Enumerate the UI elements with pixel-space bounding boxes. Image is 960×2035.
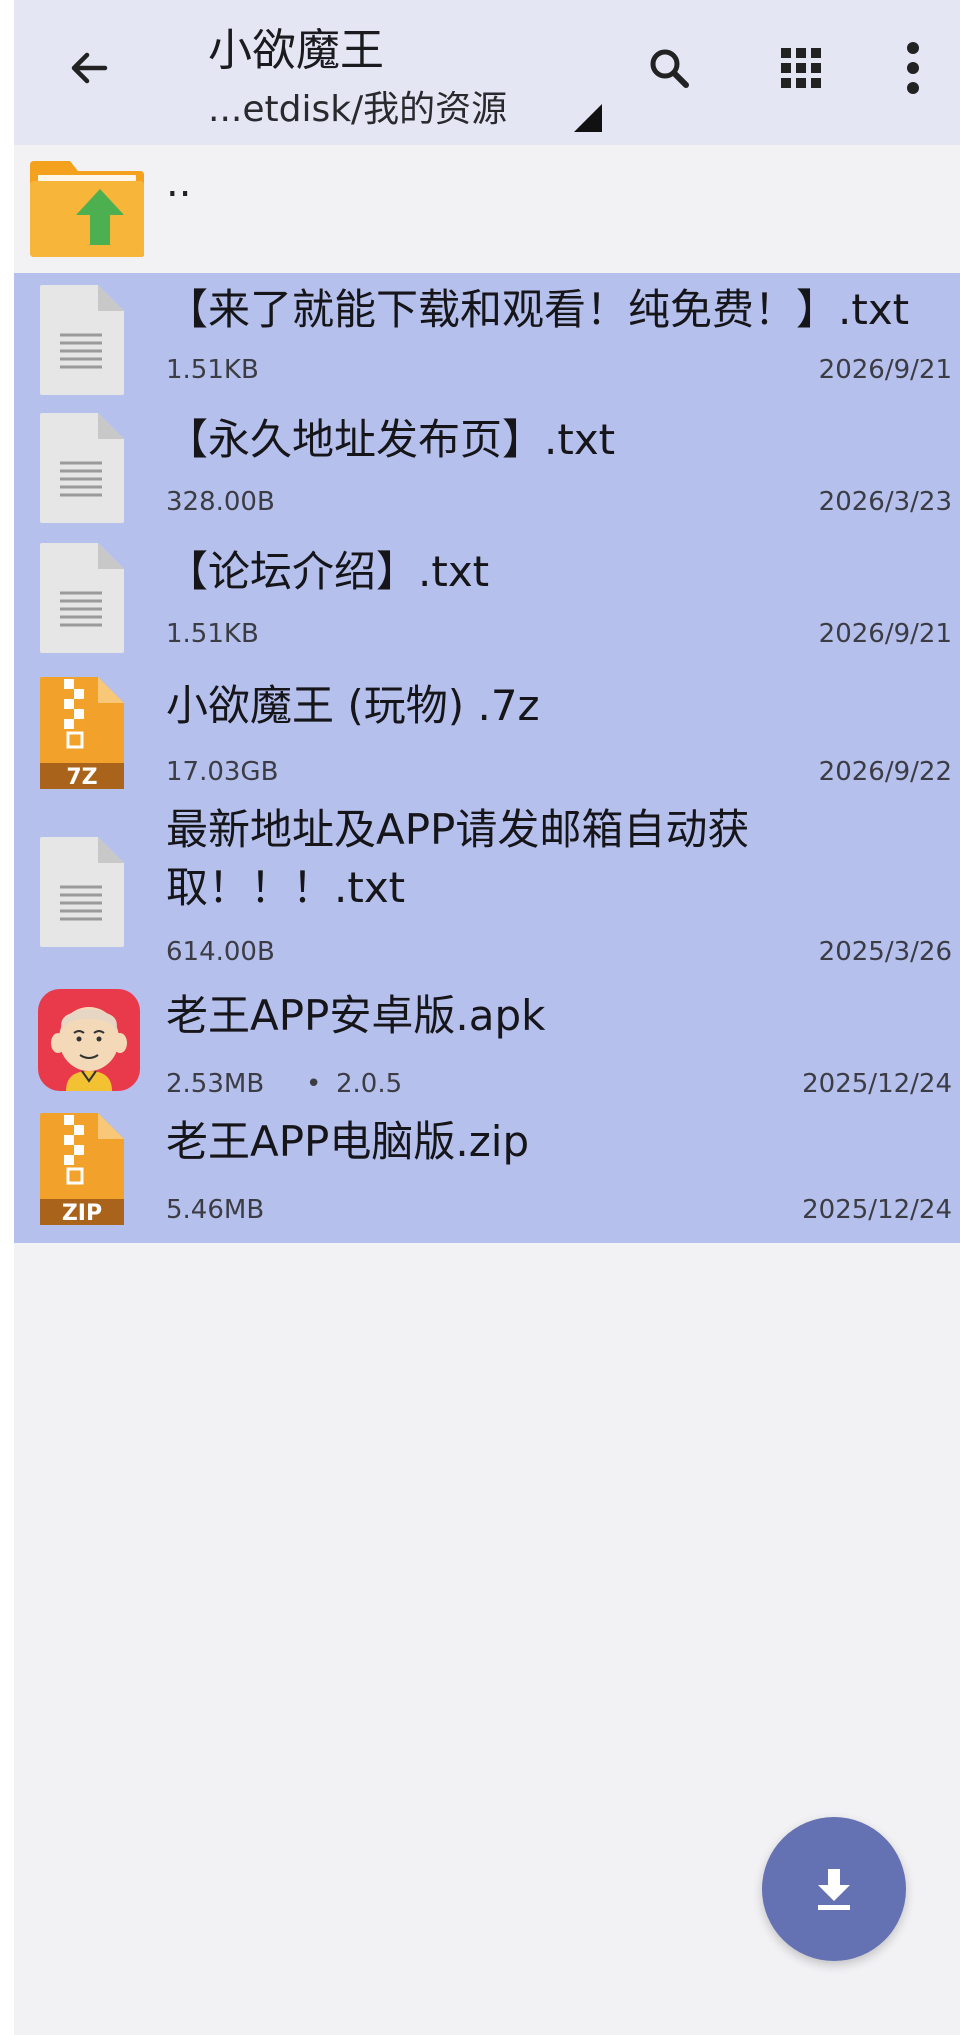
file-row[interactable]: 老王APP安卓版.apk 2.53MB • 2.0.5 2025/12/24 bbox=[14, 973, 960, 1109]
file-name: 小欲魔王 (玩物) .7z bbox=[166, 681, 540, 730]
parent-directory-label: .. bbox=[166, 160, 192, 206]
archive-badge-text: 7Z bbox=[66, 765, 97, 790]
file-name: 老王APP安卓版.apk bbox=[166, 991, 546, 1040]
dropdown-triangle-icon[interactable] bbox=[574, 104, 602, 132]
file-date: 2025/12/24 bbox=[802, 1069, 952, 1099]
file-row[interactable]: 【来了就能下载和观看！纯免费！】.txt 1.51KB 2026/9/21 bbox=[14, 273, 960, 401]
text-file-icon bbox=[40, 837, 124, 947]
file-date: 2026/9/22 bbox=[818, 757, 952, 787]
arrow-back-icon bbox=[71, 52, 108, 84]
app-version: 2.0.5 bbox=[336, 1069, 403, 1099]
meta-separator: • bbox=[306, 1069, 322, 1099]
file-size: 1.51KB bbox=[166, 619, 259, 649]
text-file-icon bbox=[40, 285, 124, 395]
file-name-line-1: 最新地址及APP请发邮箱自动获 bbox=[166, 805, 750, 854]
current-path[interactable]: ...etdisk/我的资源 bbox=[208, 80, 507, 132]
grid-view-icon bbox=[781, 48, 821, 88]
page-title: 小欲魔王 bbox=[208, 25, 384, 76]
grid-view-button[interactable] bbox=[766, 33, 836, 103]
file-size: 2.53MB bbox=[166, 1069, 265, 1099]
7z-archive-icon: 7Z bbox=[40, 677, 124, 790]
file-row[interactable]: 【永久地址发布页】.txt 328.00B 2026/3/23 bbox=[14, 401, 960, 531]
file-name: 【永久地址发布页】.txt bbox=[166, 415, 616, 464]
file-row[interactable]: 【论坛介绍】.txt 1.51KB 2026/9/21 bbox=[14, 531, 960, 663]
file-size: 5.46MB bbox=[166, 1195, 265, 1225]
parent-directory-row[interactable] bbox=[14, 145, 960, 273]
download-icon bbox=[818, 1869, 850, 1910]
file-name: 【来了就能下载和观看！纯免费！】.txt bbox=[166, 285, 910, 334]
text-file-icon bbox=[40, 543, 124, 653]
file-row[interactable]: 最新地址及APP请发邮箱自动获 取！！！.txt 614.00B 2025/3/… bbox=[14, 799, 960, 973]
back-button[interactable] bbox=[54, 33, 124, 103]
file-date: 2025/12/24 bbox=[802, 1195, 952, 1225]
search-button[interactable] bbox=[634, 33, 704, 103]
file-name: 老王APP电脑版.zip bbox=[166, 1117, 530, 1166]
app-bar: 小欲魔王 ...etdisk/我的资源 bbox=[14, 0, 960, 145]
search-icon bbox=[650, 49, 689, 88]
apk-app-icon bbox=[38, 989, 140, 1091]
file-date: 2026/9/21 bbox=[818, 619, 952, 649]
file-date: 2026/3/23 bbox=[818, 487, 952, 517]
file-row[interactable]: 7Z 小欲魔王 (玩物) .7z 17.03GB 2026/9/22 bbox=[14, 663, 960, 799]
file-size: 614.00B bbox=[166, 937, 275, 967]
file-browser-screen: 小欲魔王 ...etdisk/我的资源 .. 【来了就能下载和观看！纯免费！】.… bbox=[14, 0, 960, 2035]
file-row[interactable]: ZIP 老王APP电脑版.zip 5.46MB 2025/12/24 bbox=[14, 1109, 960, 1243]
file-size: 17.03GB bbox=[166, 757, 279, 787]
text-file-icon bbox=[40, 413, 124, 523]
file-name: 【论坛介绍】.txt bbox=[166, 547, 490, 596]
folder-up-icon bbox=[30, 161, 144, 257]
file-name-line-2: 取！！！.txt bbox=[166, 863, 406, 912]
more-vert-icon bbox=[907, 42, 919, 94]
archive-badge-text: ZIP bbox=[62, 1201, 102, 1226]
file-size: 1.51KB bbox=[166, 355, 259, 385]
file-date: 2026/9/21 bbox=[818, 355, 952, 385]
download-fab[interactable] bbox=[762, 1817, 906, 1961]
file-size: 328.00B bbox=[166, 487, 275, 517]
more-options-button[interactable] bbox=[878, 33, 948, 103]
file-date: 2025/3/26 bbox=[818, 937, 952, 967]
zip-archive-icon: ZIP bbox=[40, 1113, 124, 1226]
